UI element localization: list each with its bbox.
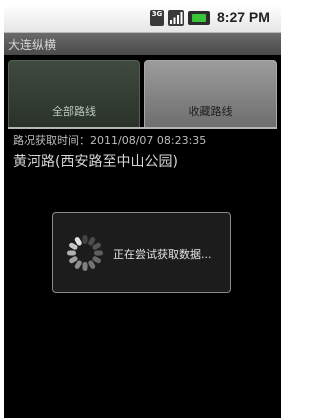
tab-favorite-routes-label: 收藏路线: [188, 105, 233, 118]
status-time: 8:27 PM: [217, 9, 270, 25]
progress-dialog: 正在尝试获取数据...: [52, 212, 231, 293]
tab-favorite-routes[interactable]: 收藏路线: [144, 60, 277, 128]
tab-divider: [8, 127, 277, 129]
status-bar: 3G 8:27 PM: [4, 4, 281, 33]
phone-screen: 3G 8:27 PM 大连纵横 全部路线 收藏路线 路况获取时间：2011/08…: [4, 4, 281, 418]
signal-icon: [168, 10, 184, 26]
tab-all-routes-label: 全部路线: [52, 105, 96, 118]
traffic-update-time: 路况获取时间：2011/08/07 08:23:35: [13, 134, 207, 147]
app-title-bar: 大连纵横: [4, 33, 281, 55]
battery-icon: [188, 11, 210, 25]
loading-spinner-icon: [67, 235, 103, 271]
3g-icon: 3G: [150, 10, 164, 26]
app-title: 大连纵横: [8, 38, 57, 52]
dialog-message: 正在尝试获取数据...: [113, 248, 212, 261]
road-name[interactable]: 黄河路(西安路至中山公园): [13, 151, 178, 171]
tab-all-routes[interactable]: 全部路线: [8, 60, 140, 128]
